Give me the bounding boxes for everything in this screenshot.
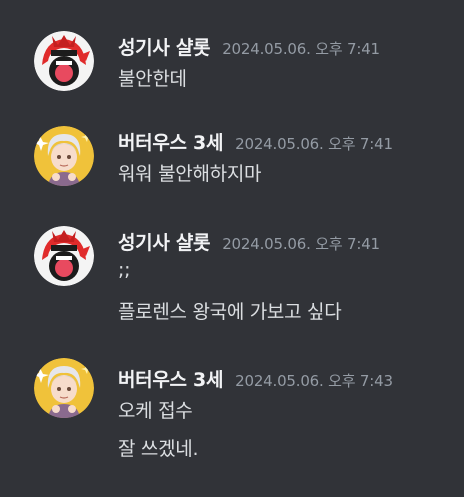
timestamp: 2024.05.06. 오후 7:41 [222, 235, 380, 253]
username[interactable]: 버터우스 3세 [118, 365, 223, 392]
message-text: 잘 쓰겠네. [118, 438, 199, 460]
message-header: 버터우스 3세 2024.05.06. 오후 7:43 [118, 365, 393, 392]
message-text: 오케 접수 [118, 400, 193, 422]
message-header: 성기사 샬롯 2024.05.06. 오후 7:41 [118, 33, 380, 60]
message-text: 불안한데 [118, 68, 187, 90]
username[interactable]: 성기사 샬롯 [118, 33, 211, 60]
avatar[interactable] [34, 358, 94, 418]
timestamp: 2024.05.06. 오후 7:43 [235, 372, 393, 390]
message-text: 플로렌스 왕국에 가보고 싶다 [118, 301, 342, 323]
avatar[interactable] [34, 126, 94, 186]
message-header: 성기사 샬롯 2024.05.06. 오후 7:41 [118, 228, 380, 255]
message-text: ;; [118, 259, 131, 281]
avatar[interactable] [34, 226, 94, 286]
chat-message-list: 성기사 샬롯 2024.05.06. 오후 7:41 불안한데 버터우스 3세 … [0, 0, 464, 497]
silver-hair-boy-avatar-icon [34, 126, 94, 186]
message-header: 버터우스 3세 2024.05.06. 오후 7:41 [118, 128, 393, 155]
red-helmet-knight-avatar-icon [34, 31, 94, 91]
avatar[interactable] [34, 31, 94, 91]
message-text: 워워 불안해하지마 [118, 163, 262, 185]
silver-hair-boy-avatar-icon [34, 358, 94, 418]
username[interactable]: 버터우스 3세 [118, 128, 223, 155]
timestamp: 2024.05.06. 오후 7:41 [222, 40, 380, 58]
timestamp: 2024.05.06. 오후 7:41 [235, 135, 393, 153]
red-helmet-knight-avatar-icon [34, 226, 94, 286]
username[interactable]: 성기사 샬롯 [118, 228, 211, 255]
